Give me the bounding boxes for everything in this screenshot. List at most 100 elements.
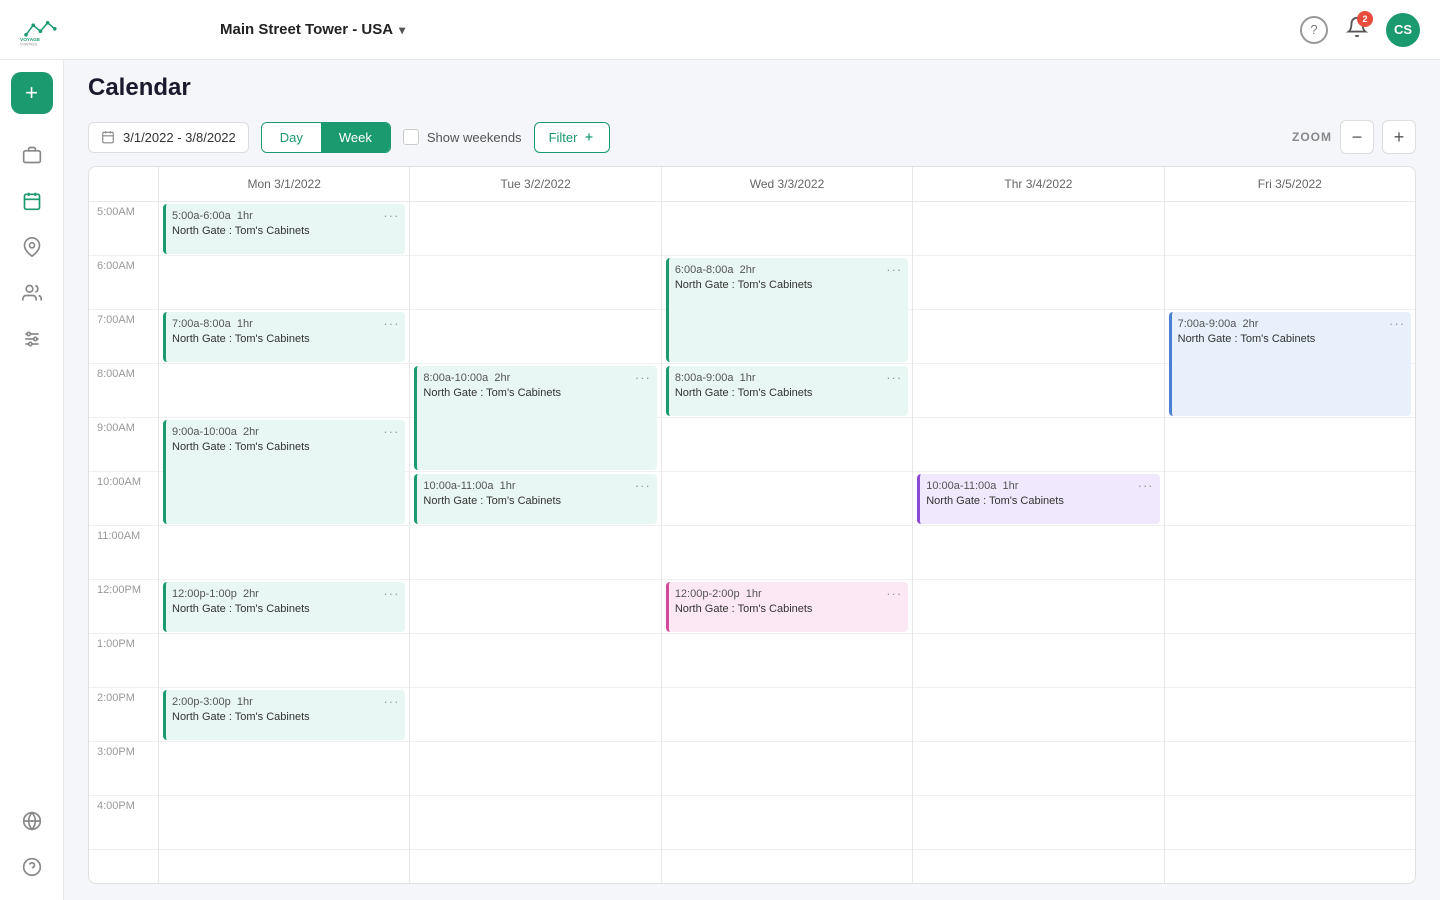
hour-cell bbox=[1165, 364, 1415, 418]
event-menu-icon[interactable]: ··· bbox=[383, 208, 399, 223]
event-menu-icon[interactable]: ··· bbox=[635, 370, 651, 385]
event-menu-icon[interactable]: ··· bbox=[886, 586, 902, 601]
hour-cell bbox=[410, 688, 660, 742]
hour-cell bbox=[662, 526, 912, 580]
zoom-out-button[interactable]: − bbox=[1340, 120, 1374, 154]
event-card[interactable]: 2:00p-3:00p 1hr ··· North Gate : Tom's C… bbox=[163, 690, 405, 740]
day-column-thu: 10:00a-11:00a 1hr ··· North Gate : Tom's… bbox=[913, 202, 1164, 883]
weekend-toggle: Show weekends bbox=[403, 129, 522, 145]
hour-cell: 2:00p-3:00p 1hr ··· North Gate : Tom's C… bbox=[159, 688, 409, 742]
sidebar-item-help[interactable] bbox=[11, 846, 53, 888]
event-card[interactable]: 10:00a-11:00a 1hr ··· North Gate : Tom's… bbox=[414, 474, 656, 524]
event-card[interactable]: 8:00a-9:00a 1hr ··· North Gate : Tom's C… bbox=[666, 366, 908, 416]
zoom-controls: ZOOM − + bbox=[1292, 120, 1416, 154]
hour-cell: 12:00p-2:00p 1hr ··· North Gate : Tom's … bbox=[662, 580, 912, 634]
page-title: Calendar bbox=[88, 74, 191, 102]
sidebar-item-calendar[interactable] bbox=[11, 180, 53, 222]
day-column-tue: 8:00a-10:00a 2hr ··· North Gate : Tom's … bbox=[410, 202, 661, 883]
hour-cell: 6:00a-8:00a 2hr ··· North Gate : Tom's C… bbox=[662, 256, 912, 310]
week-view-button[interactable]: Week bbox=[321, 123, 390, 152]
day-header-mon: Mon 3/1/2022 bbox=[159, 167, 410, 201]
hour-cell bbox=[913, 364, 1163, 418]
hour-cell bbox=[913, 796, 1163, 850]
chevron-down-icon: ▾ bbox=[399, 23, 405, 37]
sidebar-item-settings[interactable] bbox=[11, 318, 53, 360]
location-icon bbox=[22, 237, 42, 257]
hour-cell bbox=[410, 634, 660, 688]
date-range-picker[interactable]: 3/1/2022 - 3/8/2022 bbox=[88, 122, 249, 153]
day-column-fri: 7:00a-9:00a 2hr ··· North Gate : Tom's C… bbox=[1165, 202, 1415, 883]
event-menu-icon[interactable]: ··· bbox=[1138, 478, 1154, 493]
voyage-logo: VOYAGE CONTROL bbox=[20, 12, 68, 48]
hour-cell: 8:00a-10:00a 2hr ··· North Gate : Tom's … bbox=[410, 364, 660, 418]
hour-cell bbox=[913, 580, 1163, 634]
hour-cell bbox=[159, 256, 409, 310]
time-4pm: 4:00PM bbox=[89, 796, 158, 850]
event-menu-icon[interactable]: ··· bbox=[1389, 316, 1405, 331]
hour-cell bbox=[410, 796, 660, 850]
event-card[interactable]: 12:00p-2:00p 1hr ··· North Gate : Tom's … bbox=[666, 582, 908, 632]
sidebar-item-deliveries[interactable] bbox=[11, 134, 53, 176]
event-menu-icon[interactable]: ··· bbox=[383, 316, 399, 331]
time-2pm: 2:00PM bbox=[89, 688, 158, 742]
hour-cell bbox=[1165, 526, 1415, 580]
hour-cell: 5:00a-6:00a 1hr ··· North Gate : Tom's C… bbox=[159, 202, 409, 256]
day-header-thu: Thr 3/4/2022 bbox=[913, 167, 1164, 201]
hour-cell bbox=[1165, 580, 1415, 634]
event-menu-icon[interactable]: ··· bbox=[383, 694, 399, 709]
event-card[interactable]: 7:00a-8:00a 1hr ··· North Gate : Tom's C… bbox=[163, 312, 405, 362]
zoom-in-button[interactable]: + bbox=[1382, 120, 1416, 154]
event-menu-icon[interactable]: ··· bbox=[635, 478, 651, 493]
building-selector[interactable]: Main Street Tower - USA ▾ bbox=[220, 21, 405, 38]
sidebar-item-locations[interactable] bbox=[11, 226, 53, 268]
event-card[interactable]: 10:00a-11:00a 1hr ··· North Gate : Tom's… bbox=[917, 474, 1159, 524]
event-menu-icon[interactable]: ··· bbox=[383, 424, 399, 439]
show-weekends-checkbox[interactable] bbox=[403, 129, 419, 145]
hour-cell: 9:00a-10:00a 2hr ··· North Gate : Tom's … bbox=[159, 418, 409, 472]
day-column-wed: 6:00a-8:00a 2hr ··· North Gate : Tom's C… bbox=[662, 202, 913, 883]
hour-cell bbox=[662, 310, 912, 364]
toolbar: 3/1/2022 - 3/8/2022 Day Week Show weeken… bbox=[64, 112, 1440, 166]
sidebar-item-globe[interactable] bbox=[11, 800, 53, 842]
hour-cell bbox=[159, 742, 409, 796]
plus-icon bbox=[583, 131, 595, 143]
top-header: VOYAGE CONTROL Main Street Tower - USA ▾… bbox=[0, 0, 1440, 60]
calendar-header: Mon 3/1/2022 Tue 3/2/2022 Wed 3/3/2022 T… bbox=[89, 167, 1415, 202]
hour-cell: 8:00a-9:00a 1hr ··· North Gate : Tom's C… bbox=[662, 364, 912, 418]
hour-cell bbox=[913, 634, 1163, 688]
notifications-button[interactable]: 2 bbox=[1346, 16, 1368, 44]
sliders-icon bbox=[22, 329, 42, 349]
time-6am: 6:00AM bbox=[89, 256, 158, 310]
users-icon bbox=[22, 283, 42, 303]
hour-cell bbox=[662, 742, 912, 796]
event-menu-icon[interactable]: ··· bbox=[886, 262, 902, 277]
user-avatar[interactable]: CS bbox=[1386, 13, 1420, 47]
calendar-body[interactable]: 5:00AM 6:00AM 7:00AM 8:00AM 9:00AM 10:00… bbox=[89, 202, 1415, 883]
event-menu-icon[interactable]: ··· bbox=[383, 586, 399, 601]
hour-cell bbox=[1165, 796, 1415, 850]
hour-cell bbox=[662, 634, 912, 688]
date-range-value: 3/1/2022 - 3/8/2022 bbox=[123, 130, 236, 145]
create-button[interactable]: + bbox=[11, 72, 53, 114]
hour-cell bbox=[662, 418, 912, 472]
sidebar-item-users[interactable] bbox=[11, 272, 53, 314]
days-grid: 5:00a-6:00a 1hr ··· North Gate : Tom's C… bbox=[159, 202, 1415, 883]
help-circle-icon bbox=[22, 857, 42, 877]
hour-cell: 7:00a-8:00a 1hr ··· North Gate : Tom's C… bbox=[159, 310, 409, 364]
hour-cell bbox=[410, 418, 660, 472]
event-menu-icon[interactable]: ··· bbox=[886, 370, 902, 385]
day-view-button[interactable]: Day bbox=[262, 123, 321, 152]
time-10am: 10:00AM bbox=[89, 472, 158, 526]
event-card[interactable]: 12:00p-1:00p 2hr ··· North Gate : Tom's … bbox=[163, 582, 405, 632]
day-header-wed: Wed 3/3/2022 bbox=[662, 167, 913, 201]
hour-cell: 10:00a-11:00a 1hr ··· North Gate : Tom's… bbox=[913, 472, 1163, 526]
event-card[interactable]: 5:00a-6:00a 1hr ··· North Gate : Tom's C… bbox=[163, 204, 405, 254]
filter-button[interactable]: Filter bbox=[534, 122, 611, 153]
hour-cell bbox=[662, 202, 912, 256]
briefcase-icon bbox=[22, 145, 42, 165]
header-right: ? 2 CS bbox=[1300, 13, 1420, 47]
hour-cell bbox=[1165, 418, 1415, 472]
hour-cell bbox=[1165, 202, 1415, 256]
time-9am: 9:00AM bbox=[89, 418, 158, 472]
help-button[interactable]: ? bbox=[1300, 16, 1328, 44]
